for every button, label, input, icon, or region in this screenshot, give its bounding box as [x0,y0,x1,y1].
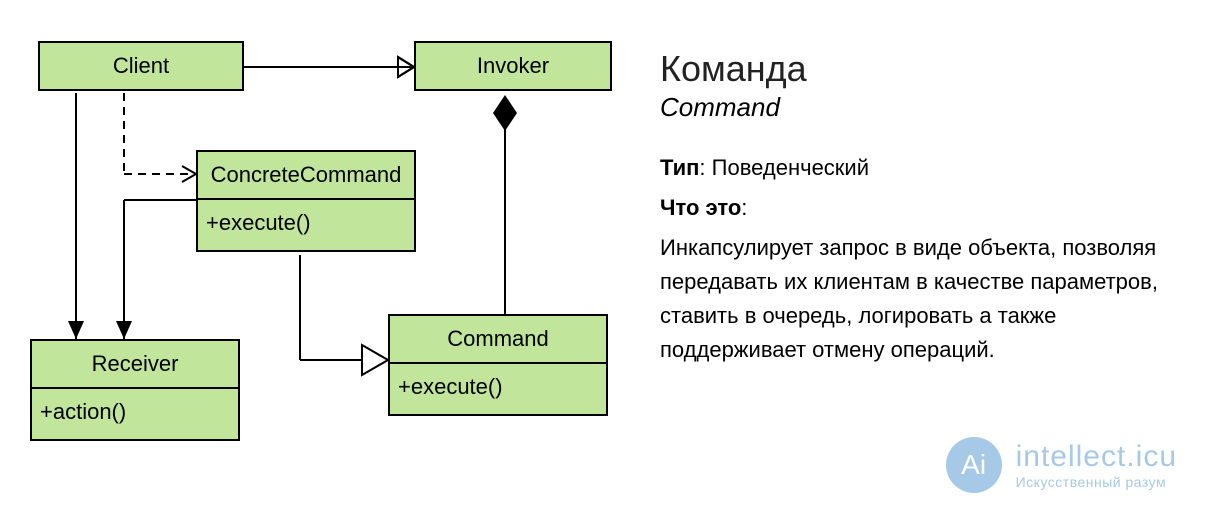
what-label: Что это [660,195,741,220]
uml-class-method: +action() [32,389,238,439]
uml-class-title: ConcreteCommand [198,152,414,200]
pattern-what-line: Что это: [660,191,1180,225]
watermark-badge: Ai [946,437,1002,493]
uml-diagram-canvas: Client Invoker ConcreteCommand +execute(… [0,0,1207,511]
uml-class-concrete-command: ConcreteCommand +execute() [196,150,416,252]
uml-class-method: +execute() [198,200,414,250]
pattern-body: Инкапсулирует запрос в виде объекта, поз… [660,231,1180,367]
uml-class-title: Client [40,43,242,89]
uml-class-invoker: Invoker [414,41,612,91]
description-panel: Команда Command Тип: Поведенческий Что э… [660,48,1180,374]
watermark-line1: intellect.icu [1016,440,1177,474]
uml-class-command: Command +execute() [388,314,608,416]
uml-class-title: Receiver [32,341,238,389]
watermark: Ai intellect.icu Искусственный разум [946,437,1177,493]
pattern-type-line: Тип: Поведенческий [660,151,1180,185]
uml-class-method: +execute() [390,364,606,414]
watermark-line2: Искусственный разум [1016,474,1177,490]
what-colon: : [741,195,747,220]
type-value: : Поведенческий [699,155,869,180]
pattern-subtitle: Command [660,92,1180,123]
uml-class-receiver: Receiver +action() [30,339,240,441]
pattern-title: Команда [660,48,1180,90]
uml-class-title: Command [390,316,606,364]
type-label: Тип [660,155,699,180]
watermark-text: intellect.icu Искусственный разум [1016,440,1177,490]
uml-class-title: Invoker [416,43,610,89]
uml-class-client: Client [38,41,244,91]
